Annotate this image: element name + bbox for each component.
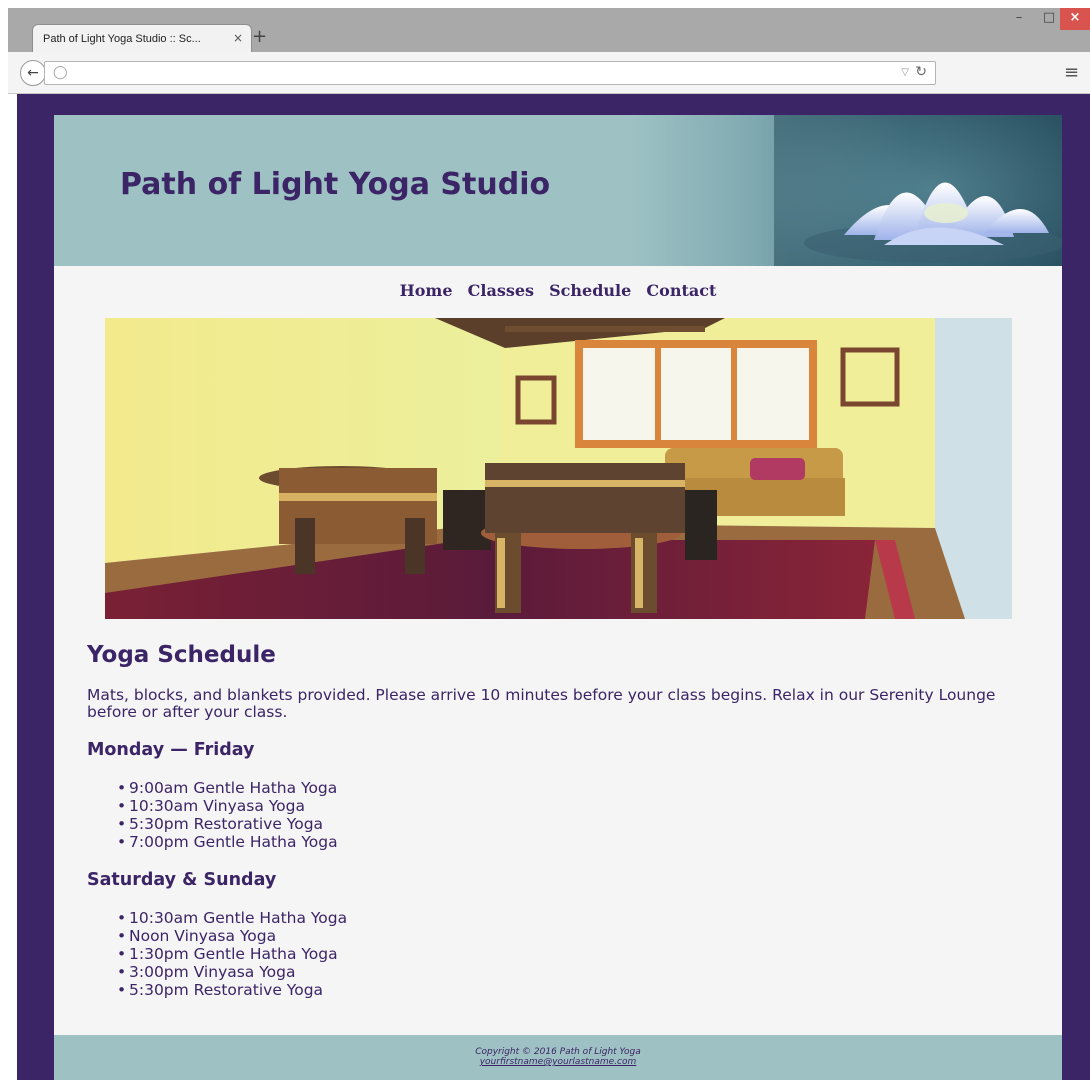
list-item: 10:30am Vinyasa Yoga [117,797,1027,815]
nav-classes-link[interactable]: Classes [468,281,534,300]
window-close-button[interactable]: × [1060,8,1090,30]
lotus-flower-image [774,115,1062,266]
tab-title: Path of Light Yoga Studio :: Sc... [43,33,201,45]
browser-tab[interactable]: Path of Light Yoga Studio :: Sc... × [32,24,252,54]
list-item: 5:30pm Restorative Yoga [117,815,1027,833]
intro-paragraph: Mats, blocks, and blankets provided. Ple… [87,686,996,721]
address-bar[interactable]: ◯ ▽ ↻ [44,61,936,85]
hamburger-menu-icon[interactable]: ≡ [1064,64,1079,82]
page-viewport: Path of Light Yoga Studio Home Classes S… [17,94,1090,1080]
list-item: 3:00pm Vinyasa Yoga [117,963,1027,981]
tab-close-icon[interactable]: × [233,31,243,45]
back-button[interactable]: ← [20,60,46,86]
globe-icon: ◯ [53,65,68,80]
footer-copyright: Copyright © 2016 Path of Light Yoga [475,1047,641,1057]
weekday-class-list: 9:00am Gentle Hatha Yoga 10:30am Vinyasa… [117,779,1027,851]
reload-icon[interactable]: ↻ [915,64,927,80]
browser-navigation-bar: ← ◯ ▽ ↻ ≡ [8,52,1090,94]
nav-home-link[interactable]: Home [400,281,453,300]
window-minimize-button[interactable]: – [1004,8,1034,30]
weekend-class-list: 10:30am Gentle Hatha Yoga Noon Vinyasa Y… [117,909,1027,999]
tab-strip: Path of Light Yoga Studio :: Sc... × + –… [8,8,1090,54]
nav-contact-link[interactable]: Contact [646,281,716,300]
page-wrapper: Path of Light Yoga Studio Home Classes S… [54,115,1062,1080]
list-item: 9:00am Gentle Hatha Yoga [117,779,1027,797]
list-item: 5:30pm Restorative Yoga [117,981,1027,999]
yoga-lounge-photo [105,318,1012,619]
list-item: 1:30pm Gentle Hatha Yoga [117,945,1027,963]
list-item: 10:30am Gentle Hatha Yoga [117,909,1027,927]
nav-schedule-link[interactable]: Schedule [549,281,631,300]
new-tab-button[interactable]: + [252,28,267,46]
back-arrow-icon: ← [27,65,39,81]
browser-chrome: Path of Light Yoga Studio :: Sc... × + –… [8,8,1090,94]
site-footer: Copyright © 2016 Path of Light Yoga your… [54,1035,1062,1080]
main-navigation: Home Classes Schedule Contact [54,281,1062,300]
site-header: Path of Light Yoga Studio [54,115,1062,266]
schedule-content: Yoga Schedule Mats, blocks, and blankets… [87,641,1027,999]
footer-email-link[interactable]: yourfirstname@yourlastname.com [54,1057,1062,1067]
page-heading: Yoga Schedule [87,642,276,668]
weekend-heading: Saturday & Sunday [87,870,277,890]
history-dropdown-icon[interactable]: ▽ [901,67,909,78]
list-item: Noon Vinyasa Yoga [117,927,1027,945]
list-item: 7:00pm Gentle Hatha Yoga [117,833,1027,851]
site-title: Path of Light Yoga Studio [120,167,551,202]
weekday-heading: Monday — Friday [87,740,255,760]
